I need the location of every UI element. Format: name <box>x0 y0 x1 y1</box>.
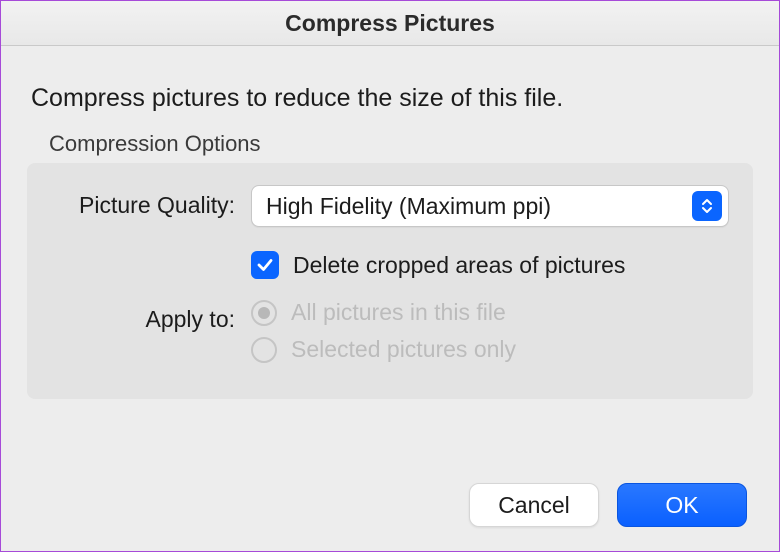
delete-cropped-row: Delete cropped areas of pictures <box>251 251 729 279</box>
dialog-content: Compress pictures to reduce the size of … <box>1 46 779 399</box>
picture-quality-dropdown[interactable]: High Fidelity (Maximum ppi) <box>251 185 729 227</box>
group-label-compression-options: Compression Options <box>49 131 753 157</box>
apply-to-option-all-pictures: All pictures in this file <box>251 299 729 326</box>
cancel-button[interactable]: Cancel <box>469 483 599 527</box>
picture-quality-row: Picture Quality: High Fidelity (Maximum … <box>51 185 729 279</box>
delete-cropped-label: Delete cropped areas of pictures <box>293 252 625 279</box>
dialog-title-text: Compress Pictures <box>285 10 495 37</box>
picture-quality-value: High Fidelity (Maximum ppi) <box>266 193 692 220</box>
ok-button[interactable]: OK <box>617 483 747 527</box>
apply-to-option-selected-only: Selected pictures only <box>251 336 729 363</box>
picture-quality-label: Picture Quality: <box>51 185 251 225</box>
dialog-title: Compress Pictures <box>1 1 779 46</box>
radio-selected-only-label: Selected pictures only <box>291 336 516 363</box>
delete-cropped-checkbox[interactable] <box>251 251 279 279</box>
compression-options-group: Picture Quality: High Fidelity (Maximum … <box>27 163 753 399</box>
dropdown-stepper-icon <box>692 191 722 221</box>
radio-selected-only[interactable] <box>251 337 277 363</box>
apply-to-label: Apply to: <box>51 299 251 339</box>
intro-text: Compress pictures to reduce the size of … <box>31 84 753 113</box>
radio-all-pictures-label: All pictures in this file <box>291 299 506 326</box>
dialog-button-bar: Cancel OK <box>469 483 747 527</box>
radio-all-pictures[interactable] <box>251 300 277 326</box>
apply-to-row: Apply to: All pictures in this file Sele… <box>51 299 729 373</box>
